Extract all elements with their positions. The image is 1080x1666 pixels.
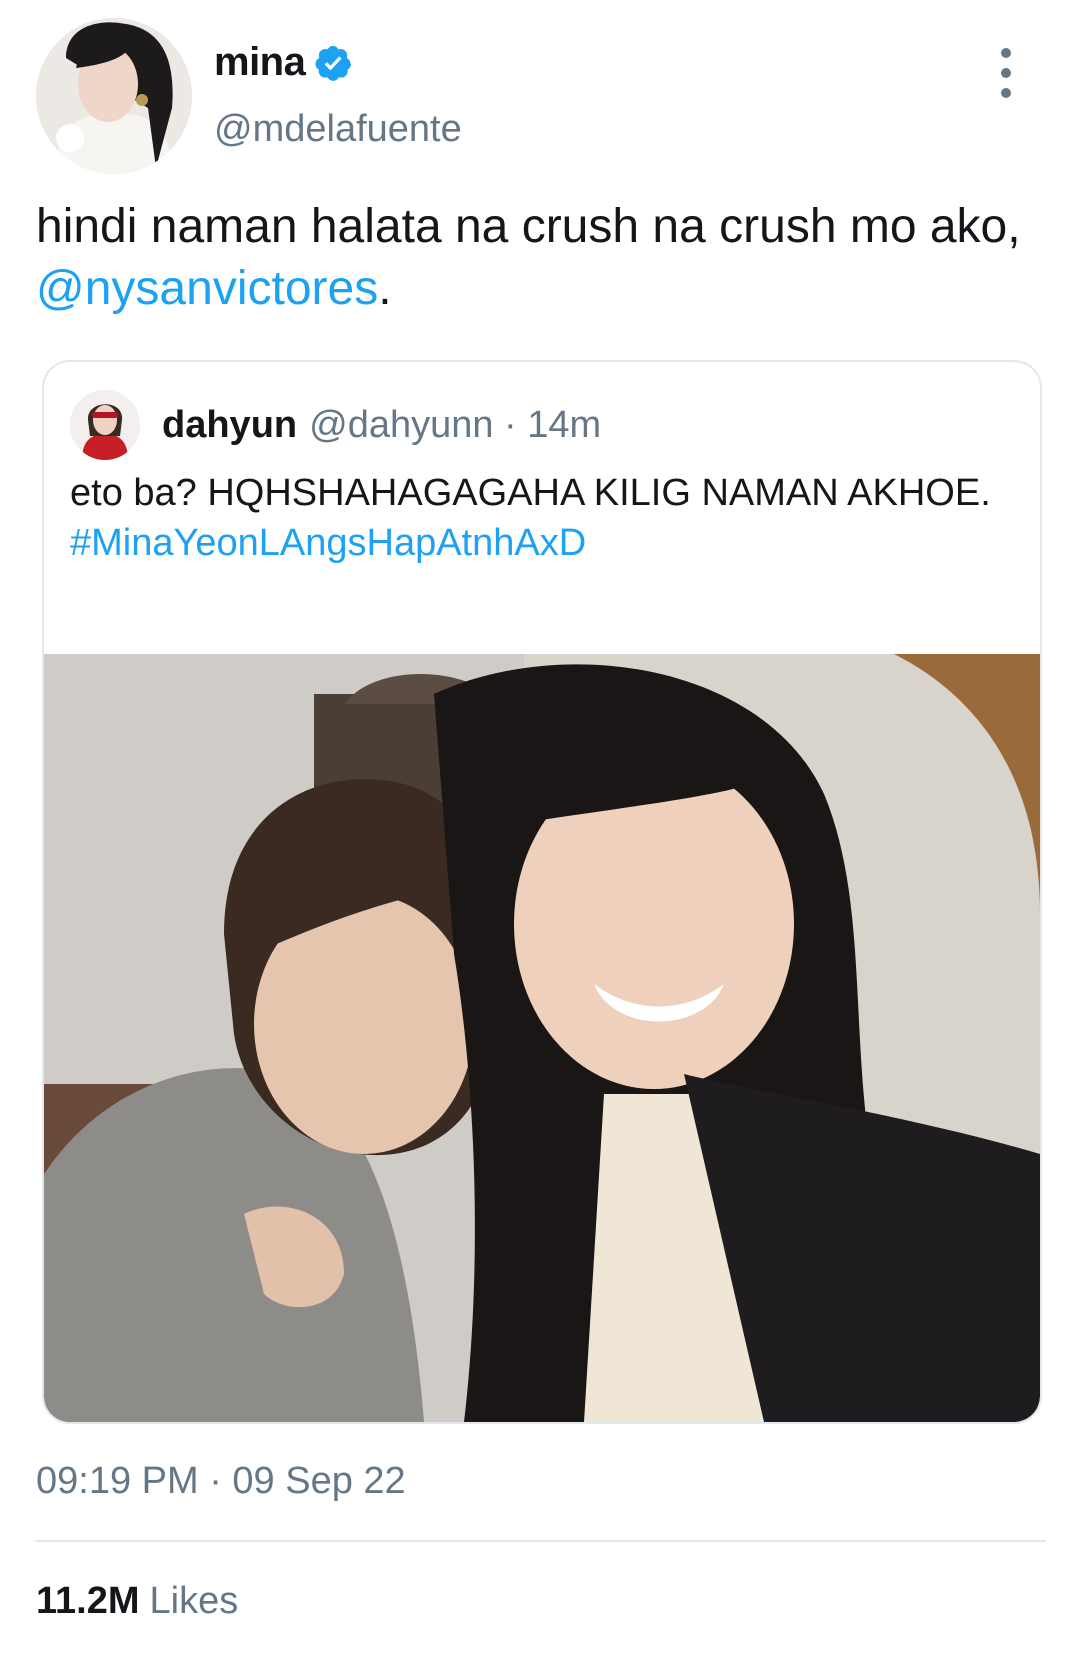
mention-link[interactable]: @nysanvictores <box>36 262 378 315</box>
likes-label: Likes <box>149 1580 239 1622</box>
tweet-header: mina @mdelafuente <box>36 18 1046 178</box>
tweet-text-body: hindi naman halata na crush na crush mo … <box>36 200 1021 253</box>
author-name-row: mina <box>214 40 353 85</box>
quoted-tweet-header: dahyun @dahyunn · 14m <box>70 390 601 460</box>
author-handle[interactable]: @mdelafuente <box>214 108 462 151</box>
quoted-author-name[interactable]: dahyun <box>162 404 297 447</box>
tweet-text-end: . <box>378 262 392 315</box>
verified-badge-icon <box>313 43 353 83</box>
likes-stat[interactable]: 11.2M Likes <box>36 1580 238 1623</box>
more-options-icon[interactable] <box>986 48 1026 98</box>
tweet-timestamp[interactable]: 09:19 PM · 09 Sep 22 <box>36 1460 406 1503</box>
tweet-text: hindi naman halata na crush na crush mo … <box>36 196 1046 320</box>
quoted-tweet-photo[interactable] <box>44 654 1040 1422</box>
quoted-text-body: eto ba? HQHSHAHAGAGAHA KILIG NAMAN AKHOE… <box>70 472 991 514</box>
hashtag-link[interactable]: #MinaYeonLAngsHapAtnhAxD <box>70 518 1000 568</box>
author-avatar[interactable] <box>36 18 192 174</box>
quoted-tweet-text: eto ba? HQHSHAHAGAGAHA KILIG NAMAN AKHOE… <box>70 468 1000 568</box>
author-display-name[interactable]: mina <box>214 40 306 85</box>
quoted-author-meta: @dahyunn · 14m <box>309 403 602 446</box>
quoted-tweet-card[interactable]: dahyun @dahyunn · 14m eto ba? HQHSHAHAGA… <box>42 360 1042 1424</box>
quoted-author-avatar[interactable] <box>70 390 140 460</box>
likes-count: 11.2M <box>36 1580 140 1622</box>
divider <box>36 1540 1046 1542</box>
